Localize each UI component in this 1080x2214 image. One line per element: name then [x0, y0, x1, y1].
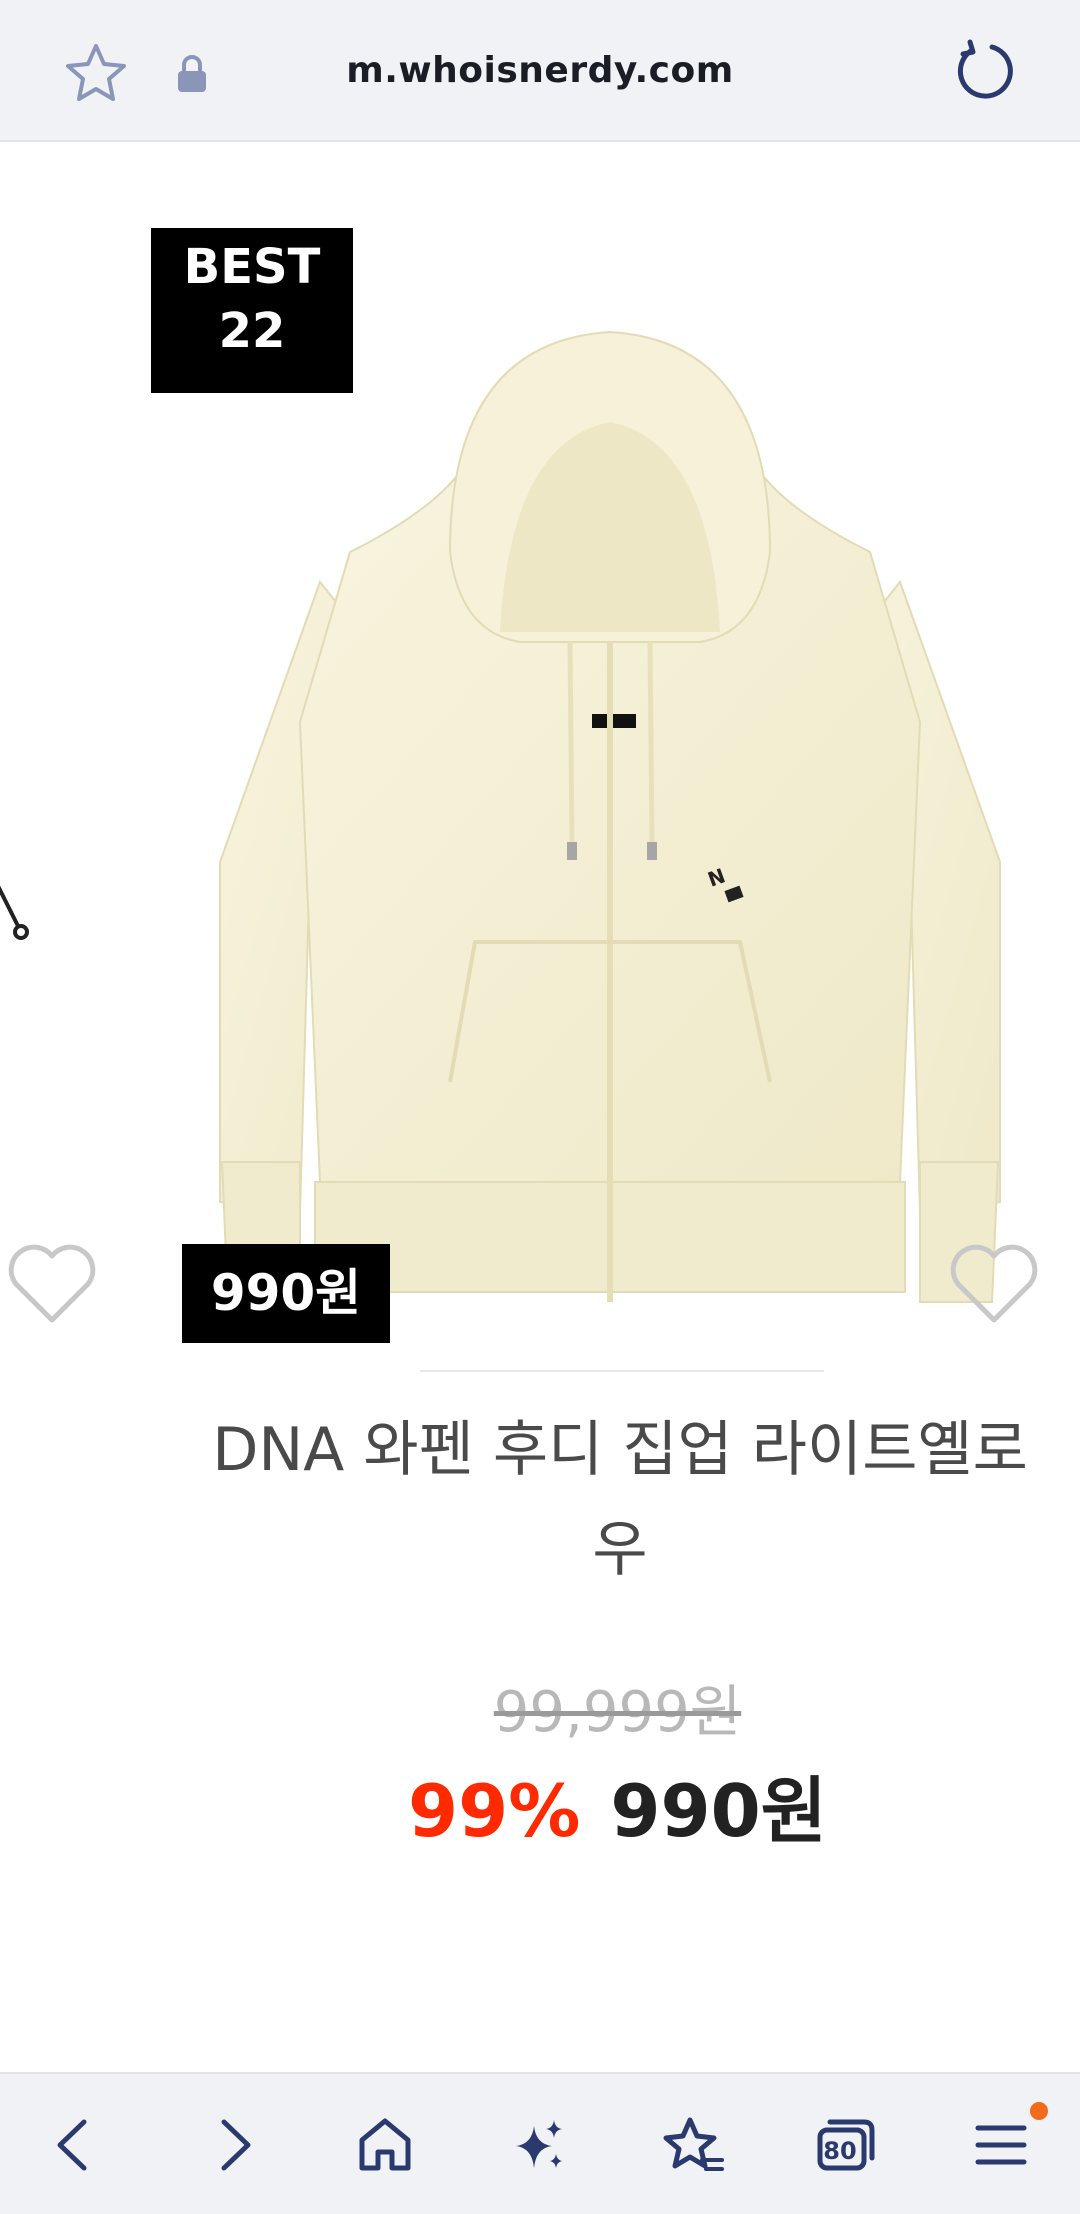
menu-icon[interactable]: [968, 2112, 1034, 2178]
product-title[interactable]: DNA 와펜 후디 집업 라이트옐로우: [200, 1400, 1040, 1600]
price-badge: 990원: [182, 1244, 390, 1343]
browser-top-bar: m.whoisnerdy.com: [0, 0, 1080, 142]
final-price: 990원: [610, 1769, 827, 1853]
forward-icon[interactable]: [200, 2112, 266, 2178]
browser-bottom-bar: 80: [0, 2072, 1080, 2214]
sparkle-icon[interactable]: [506, 2112, 572, 2178]
tabs-icon[interactable]: 80: [812, 2112, 878, 2178]
sale-price-row: 99% 990원: [0, 1752, 1080, 1857]
divider: [420, 1370, 824, 1372]
favorites-icon[interactable]: [660, 2112, 726, 2178]
original-price: 99,999원: [493, 1680, 742, 1745]
badge-label: BEST: [183, 239, 321, 295]
tabs-count: 80: [823, 2137, 857, 2165]
url-field[interactable]: m.whoisnerdy.com: [0, 0, 1080, 142]
heart-icon[interactable]: [4, 1238, 100, 1328]
back-icon[interactable]: [42, 2112, 108, 2178]
notification-dot: [1030, 2102, 1048, 2120]
wishlist-heart-icon[interactable]: [946, 1238, 1042, 1328]
reload-icon[interactable]: [952, 38, 1018, 104]
discount-rate: 99%: [408, 1769, 581, 1853]
best-rank-badge: BEST 22: [151, 228, 353, 393]
badge-rank: 22: [218, 303, 286, 359]
product-card[interactable]: N BEST 22 990원 DNA 와펜 후디 집업 라이트옐로우 99,99…: [0, 142, 1080, 2072]
product-image[interactable]: N: [200, 302, 1020, 1382]
neighbor-product-image[interactable]: [0, 882, 46, 982]
home-icon[interactable]: [352, 2112, 418, 2178]
